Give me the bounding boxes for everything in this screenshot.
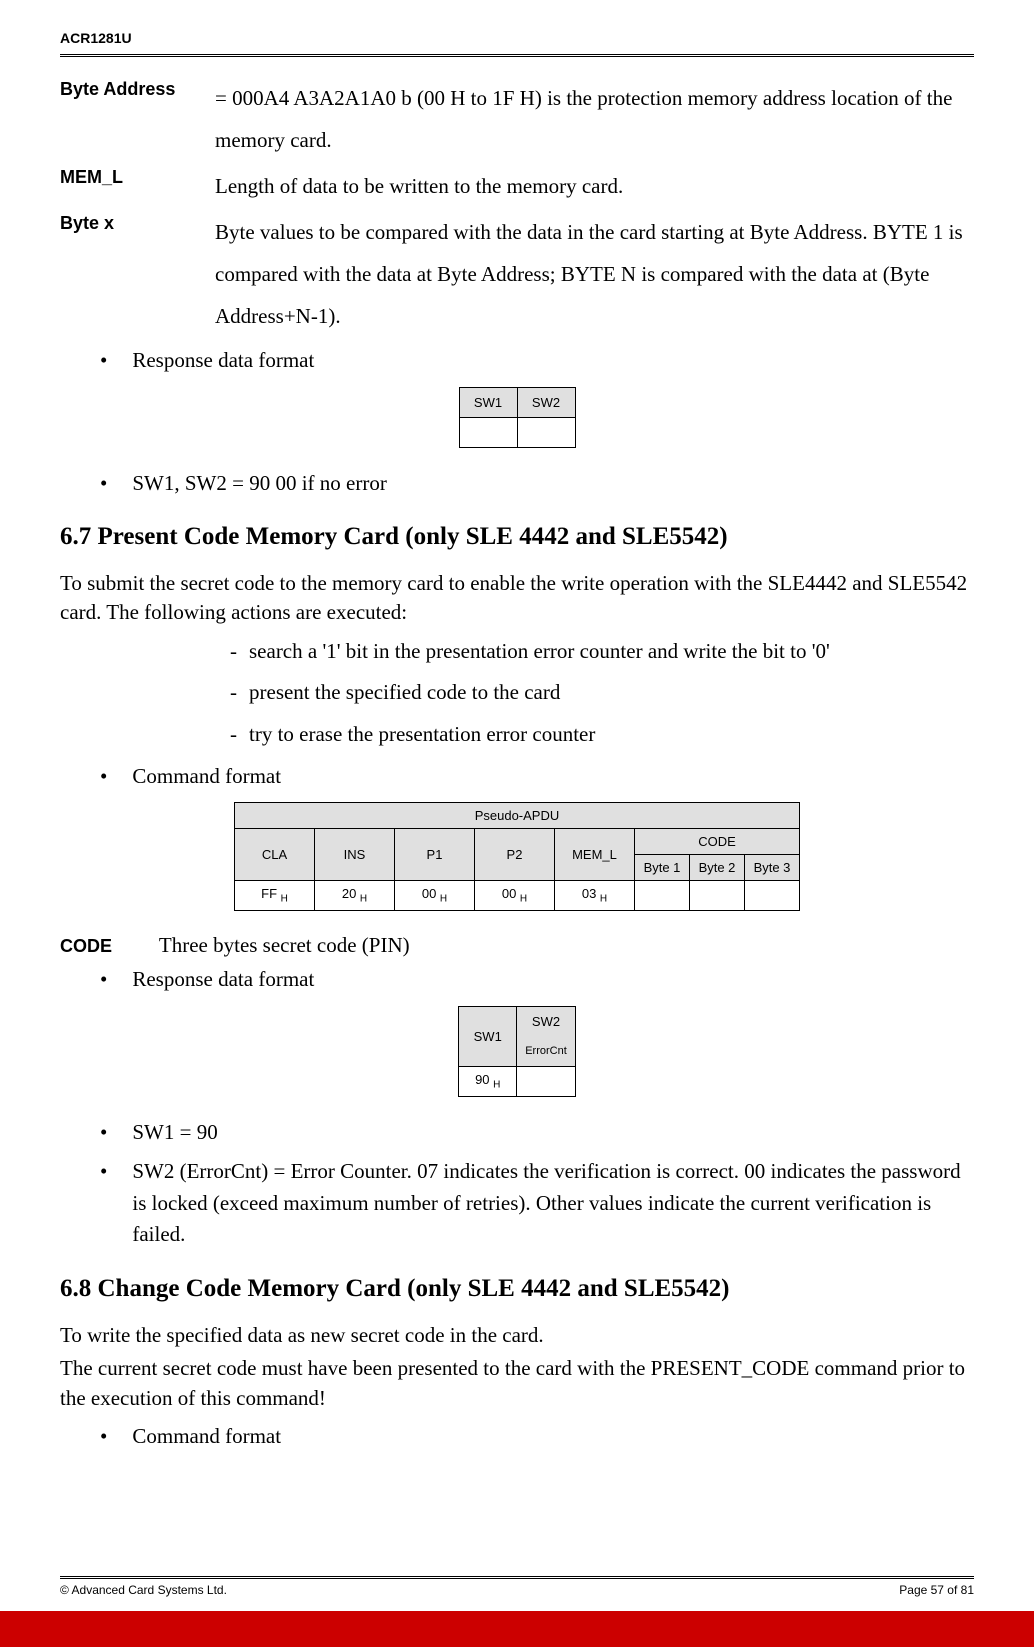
bullet-response-format-1: • Response data format <box>100 345 974 377</box>
bullet-text: Command format <box>132 1421 281 1453</box>
th-code: CODE <box>635 829 800 855</box>
bullet-text: SW2 (ErrorCnt) = Error Counter. 07 indic… <box>132 1156 974 1251</box>
th-cla: CLA <box>235 829 315 881</box>
bullet-text: Response data format <box>132 345 314 377</box>
bullet-icon: • <box>100 964 107 996</box>
footer-row: © Advanced Card Systems Ltd. Page 57 of … <box>60 1583 974 1597</box>
header-divider <box>60 54 974 57</box>
td-p1: 00 H <box>395 881 475 911</box>
th-ins: INS <box>315 829 395 881</box>
definition-byte-address: Byte Address = 000A4 A3A2A1A0 b (00 H to… <box>60 77 974 161</box>
dash-text: try to erase the presentation error coun… <box>249 717 595 753</box>
bullet-icon: • <box>100 1156 107 1188</box>
bullet-icon: • <box>100 468 107 500</box>
bullet-text: SW1, SW2 = 90 00 if no error <box>132 468 386 500</box>
td-ins: 20 H <box>315 881 395 911</box>
th-sw2: SW2 <box>517 387 575 417</box>
bullet-sw2-errorcnt: • SW2 (ErrorCnt) = Error Counter. 07 ind… <box>100 1156 974 1251</box>
dash-item-2: -present the specified code to the card <box>230 675 974 711</box>
bullet-text: Command format <box>132 761 281 793</box>
sw-table-1: SW1SW2 <box>459 387 576 448</box>
dash-text: search a '1' bit in the presentation err… <box>249 634 830 670</box>
td-byte2 <box>690 881 745 911</box>
bullet-response-format-2: • Response data format <box>100 964 974 996</box>
sw-table-2: SW1 SW2 ErrorCnt 90 H <box>458 1006 576 1097</box>
th-byte1: Byte 1 <box>635 855 690 881</box>
def-text: Byte values to be compared with the data… <box>215 211 974 337</box>
section-6-8-p1: To write the specified data as new secre… <box>60 1321 974 1350</box>
dash-icon: - <box>230 675 237 711</box>
td-byte1 <box>635 881 690 911</box>
code-definition: CODE Three bytes secret code (PIN) <box>60 931 974 960</box>
td-p2: 00 H <box>475 881 555 911</box>
th-sw1: SW1 <box>459 1006 517 1066</box>
code-label: CODE <box>60 936 112 956</box>
th-byte3: Byte 3 <box>745 855 800 881</box>
bullet-command-format: • Command format <box>100 761 974 793</box>
def-label: MEM_L <box>60 165 215 207</box>
def-label: Byte Address <box>60 77 215 161</box>
th-sw2: SW2 <box>517 1006 576 1036</box>
bullet-sw1-90: • SW1 = 90 <box>100 1117 974 1149</box>
bullet-text: Response data format <box>132 964 314 996</box>
dash-item-3: -try to erase the presentation error cou… <box>230 717 974 753</box>
dash-text: present the specified code to the card <box>249 675 560 711</box>
section-6-8-heading: 6.8 Change Code Memory Card (only SLE 44… <box>60 1275 974 1303</box>
document-id: ACR1281U <box>60 30 974 46</box>
td-cla: FF H <box>235 881 315 911</box>
footer-red-bar <box>0 1611 1034 1647</box>
bullet-icon: • <box>100 1421 107 1453</box>
footer-copyright: © Advanced Card Systems Ltd. <box>60 1583 227 1597</box>
footer-page-number: Page 57 of 81 <box>899 1583 974 1597</box>
th-p2: P2 <box>475 829 555 881</box>
td-empty <box>459 417 517 447</box>
bullet-icon: • <box>100 1117 107 1149</box>
th-sw1: SW1 <box>459 387 517 417</box>
th-byte2: Byte 2 <box>690 855 745 881</box>
def-text: = 000A4 A3A2A1A0 b (00 H to 1F H) is the… <box>215 77 974 161</box>
bullet-command-format-2: • Command format <box>100 1421 974 1453</box>
td-sw2-val <box>517 1066 576 1096</box>
bullet-icon: • <box>100 345 107 377</box>
section-6-8-p2: The current secret code must have been p… <box>60 1354 974 1413</box>
dash-icon: - <box>230 717 237 753</box>
td-byte3 <box>745 881 800 911</box>
def-label: Byte x <box>60 211 215 337</box>
bullet-icon: • <box>100 761 107 793</box>
th-p1: P1 <box>395 829 475 881</box>
pseudo-apdu-table: Pseudo-APDU CLA INS P1 P2 MEM_L CODE Byt… <box>234 802 800 911</box>
code-text: Three bytes secret code (PIN) <box>159 933 410 957</box>
bullet-sw-description: • SW1, SW2 = 90 00 if no error <box>100 468 974 500</box>
th-pseudo-apdu: Pseudo-APDU <box>235 803 800 829</box>
footer-divider <box>60 1576 974 1579</box>
td-meml: 03 H <box>555 881 635 911</box>
th-errorcnt: ErrorCnt <box>517 1036 576 1066</box>
definition-byte-x: Byte x Byte values to be compared with t… <box>60 211 974 337</box>
definition-mem-l: MEM_L Length of data to be written to th… <box>60 165 974 207</box>
td-sw1-val: 90 H <box>459 1066 517 1096</box>
bullet-text: SW1 = 90 <box>132 1117 217 1149</box>
section-6-7-intro: To submit the secret code to the memory … <box>60 569 974 628</box>
section-6-7-heading: 6.7 Present Code Memory Card (only SLE 4… <box>60 523 974 551</box>
td-empty <box>517 417 575 447</box>
dash-icon: - <box>230 634 237 670</box>
dash-item-1: -search a '1' bit in the presentation er… <box>230 634 974 670</box>
th-meml: MEM_L <box>555 829 635 881</box>
def-text: Length of data to be written to the memo… <box>215 165 974 207</box>
